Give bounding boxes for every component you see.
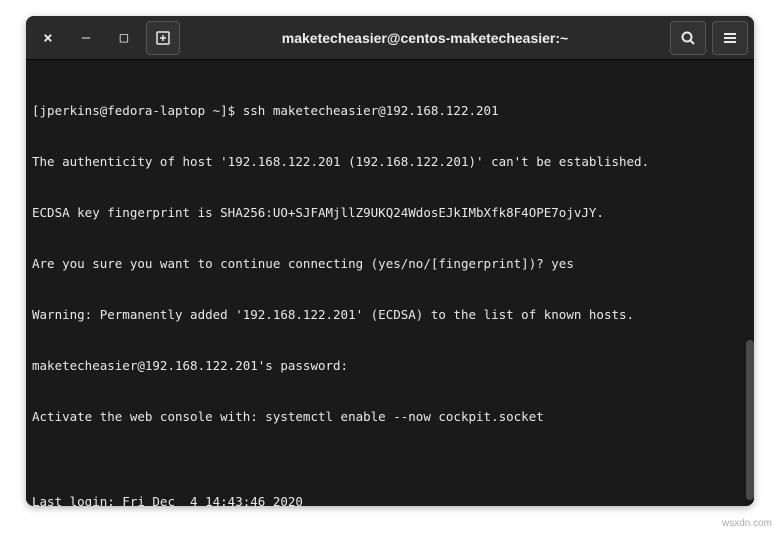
- scrollbar-thumb[interactable]: [746, 340, 754, 500]
- terminal-body[interactable]: [jperkins@fedora-laptop ~]$ ssh maketech…: [26, 60, 754, 506]
- terminal-window: × – □ maketecheasier@centos-maketecheasi…: [26, 16, 754, 506]
- terminal-line: [jperkins@fedora-laptop ~]$ ssh maketech…: [32, 102, 748, 119]
- search-icon: [680, 30, 696, 46]
- terminal-line: Are you sure you want to continue connec…: [32, 255, 748, 272]
- search-button[interactable]: [670, 21, 706, 55]
- window-title: maketecheasier@centos-maketecheasier:~: [186, 30, 664, 46]
- menu-button[interactable]: [712, 21, 748, 55]
- titlebar-right: [670, 21, 748, 55]
- hamburger-icon: [722, 30, 738, 46]
- watermark: wsxdn.com: [722, 518, 772, 529]
- new-tab-icon: [155, 30, 171, 46]
- minimize-button[interactable]: –: [70, 22, 102, 54]
- terminal-line: Last login: Fri Dec 4 14:43:46 2020: [32, 493, 748, 506]
- close-button[interactable]: ×: [32, 22, 64, 54]
- titlebar: × – □ maketecheasier@centos-maketecheasi…: [26, 16, 754, 60]
- terminal-line: ECDSA key fingerprint is SHA256:UO+SJFAM…: [32, 204, 748, 221]
- maximize-button[interactable]: □: [108, 22, 140, 54]
- terminal-line: The authenticity of host '192.168.122.20…: [32, 153, 748, 170]
- terminal-line: Activate the web console with: systemctl…: [32, 408, 748, 425]
- new-tab-button[interactable]: [146, 21, 180, 55]
- terminal-line: maketecheasier@192.168.122.201's passwor…: [32, 357, 748, 374]
- terminal-line: Warning: Permanently added '192.168.122.…: [32, 306, 748, 323]
